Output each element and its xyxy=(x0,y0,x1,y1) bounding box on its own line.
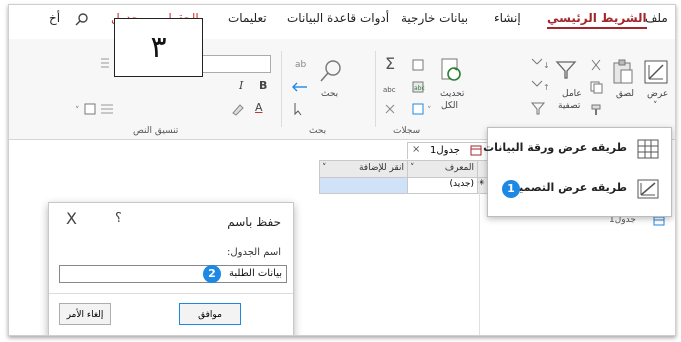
advanced-filter-icon[interactable] xyxy=(529,101,551,121)
font-family-select[interactable] xyxy=(195,55,271,73)
text-formatting-group-label: تنسيق النص xyxy=(133,126,179,136)
menu-home[interactable]: الشريط الرئيسي xyxy=(547,11,647,29)
spelling-icon[interactable]: abc xyxy=(383,81,399,100)
find-icon[interactable] xyxy=(319,59,343,87)
refresh-label[interactable]: تحديث xyxy=(440,89,464,99)
menu-item-datasheet-view[interactable]: طريقه عرض ورقة البيانات xyxy=(483,132,671,166)
nav-pane-item-table1[interactable]: جدول1 xyxy=(609,215,669,229)
menu-database-tools[interactable]: أدوات قاعدة البيانات xyxy=(287,11,389,25)
replace-icon[interactable]: ab xyxy=(293,55,309,74)
svg-text:˅: ˅ xyxy=(427,106,432,116)
ribbon: عرض ˅ لصق عامل تصفية ↓ ↑ تحديث الكل abc … xyxy=(9,39,675,140)
svg-text:Σ: Σ xyxy=(385,55,395,73)
design-view-label: طريقه عرض التصميم xyxy=(510,181,627,194)
table-icon xyxy=(653,216,665,229)
svg-text:abc: abc xyxy=(383,86,396,94)
new-row-cell-id[interactable]: (جديد) xyxy=(407,177,479,194)
filter-label-2[interactable]: تصفية xyxy=(558,101,580,111)
sort-ascending-icon[interactable]: ↓ xyxy=(529,57,551,77)
callout-2-badge: 2 xyxy=(203,265,221,283)
refresh-label-2[interactable]: الكل xyxy=(441,101,458,111)
font-color-button[interactable]: A xyxy=(255,101,263,114)
svg-text:˅: ˅ xyxy=(75,106,80,116)
new-row-label: (جديد) xyxy=(449,179,474,189)
chevron-down-icon[interactable]: ˅ xyxy=(653,101,658,111)
new-row-cell-add[interactable] xyxy=(319,177,409,194)
save-record-icon[interactable]: abc xyxy=(411,79,425,98)
bold-button[interactable]: B xyxy=(259,79,267,92)
paste-icon[interactable] xyxy=(611,59,635,89)
copy-icon[interactable] xyxy=(589,79,603,98)
view-button-label[interactable]: عرض xyxy=(647,89,668,99)
format-painter-icon[interactable] xyxy=(589,101,603,120)
goto-icon[interactable] xyxy=(289,79,311,98)
refresh-all-icon[interactable] xyxy=(439,57,463,87)
find-label[interactable]: بحث xyxy=(321,89,338,99)
callout-3-box: ٣ xyxy=(114,18,203,77)
filter-icon[interactable] xyxy=(555,59,577,85)
menu-file[interactable]: ملف xyxy=(645,11,668,25)
search-icon[interactable] xyxy=(75,11,89,30)
dialog-separator xyxy=(49,293,293,294)
table-icon xyxy=(470,145,482,159)
menu-create[interactable]: إنشاء xyxy=(494,11,521,25)
paste-label[interactable]: لصق xyxy=(616,89,634,99)
column-header-id-label: المعرف xyxy=(444,163,474,173)
chevron-down-icon[interactable]: ˅ xyxy=(410,163,415,173)
gridlines-icon[interactable]: ˅ xyxy=(75,101,115,120)
datasheet-view-icon xyxy=(636,138,660,164)
app-window: ملف الشريط الرئيسي إنشاء بيانات خارجية أ… xyxy=(8,4,676,336)
svg-text:ab: ab xyxy=(295,60,307,70)
find-group-label: بحث xyxy=(309,126,327,136)
svg-text:abc: abc xyxy=(414,85,425,92)
records-group-label: سجلات xyxy=(393,126,421,136)
tab-table1-label: جدول1 xyxy=(430,145,460,156)
dialog-title: حفظ باسم xyxy=(227,215,281,229)
design-view-icon[interactable] xyxy=(643,59,669,89)
table-name-value: بيانات الطلبة xyxy=(229,268,282,279)
totals-icon[interactable]: Σ xyxy=(383,54,399,77)
more-records-icon[interactable]: ˅ xyxy=(411,101,441,120)
svg-text:↓: ↓ xyxy=(543,61,550,70)
new-record-icon[interactable] xyxy=(411,57,425,76)
cut-icon[interactable] xyxy=(589,57,603,76)
column-header-add-label: انقر للإضافة xyxy=(358,163,404,173)
view-menu: طريقه عرض ورقة البيانات طريقه عرض التصمي… xyxy=(483,127,672,217)
design-view-icon xyxy=(636,178,660,204)
menu-bar: ملف الشريط الرئيسي إنشاء بيانات خارجية أ… xyxy=(9,5,675,39)
column-header-id[interactable]: ˅ المعرف xyxy=(407,160,479,178)
ok-button[interactable]: موافق xyxy=(179,303,241,325)
close-tab-icon[interactable]: × xyxy=(412,144,420,155)
help-icon[interactable]: ؟ xyxy=(115,211,122,226)
datasheet-view-label: طريقه عرض ورقة البيانات xyxy=(483,141,627,154)
save-as-dialog: X ؟ حفظ باسم اسم الجدول: بيانات الطلبة 2… xyxy=(48,202,294,335)
menu-help[interactable]: تعليمات xyxy=(228,11,267,25)
menu-external-data[interactable]: بيانات خارجية xyxy=(401,11,468,25)
menu-tell-me[interactable]: أخ xyxy=(49,11,60,25)
sort-descending-icon[interactable]: ↑ xyxy=(529,79,551,99)
tab-table1[interactable]: × جدول1 xyxy=(407,142,489,159)
close-icon[interactable]: X xyxy=(66,209,77,228)
column-header-click-to-add[interactable]: ˅ انقر للإضافة xyxy=(319,160,409,178)
delete-record-icon[interactable] xyxy=(383,101,399,120)
italic-button[interactable]: I xyxy=(239,79,243,92)
chevron-down-icon[interactable]: ˅ xyxy=(322,163,327,173)
menu-item-design-view[interactable]: طريقه عرض التصميم 1 xyxy=(488,172,671,206)
select-icon[interactable] xyxy=(289,101,311,120)
cancel-button[interactable]: إلغاء الأمر xyxy=(59,303,111,325)
highlight-icon[interactable] xyxy=(229,101,247,120)
table-name-input[interactable]: بيانات الطلبة xyxy=(59,265,287,283)
callout-1-badge: 1 xyxy=(502,180,520,198)
filter-label[interactable]: عامل xyxy=(562,89,582,99)
table-name-label: اسم الجدول: xyxy=(227,247,281,258)
svg-text:↑: ↑ xyxy=(543,83,550,92)
